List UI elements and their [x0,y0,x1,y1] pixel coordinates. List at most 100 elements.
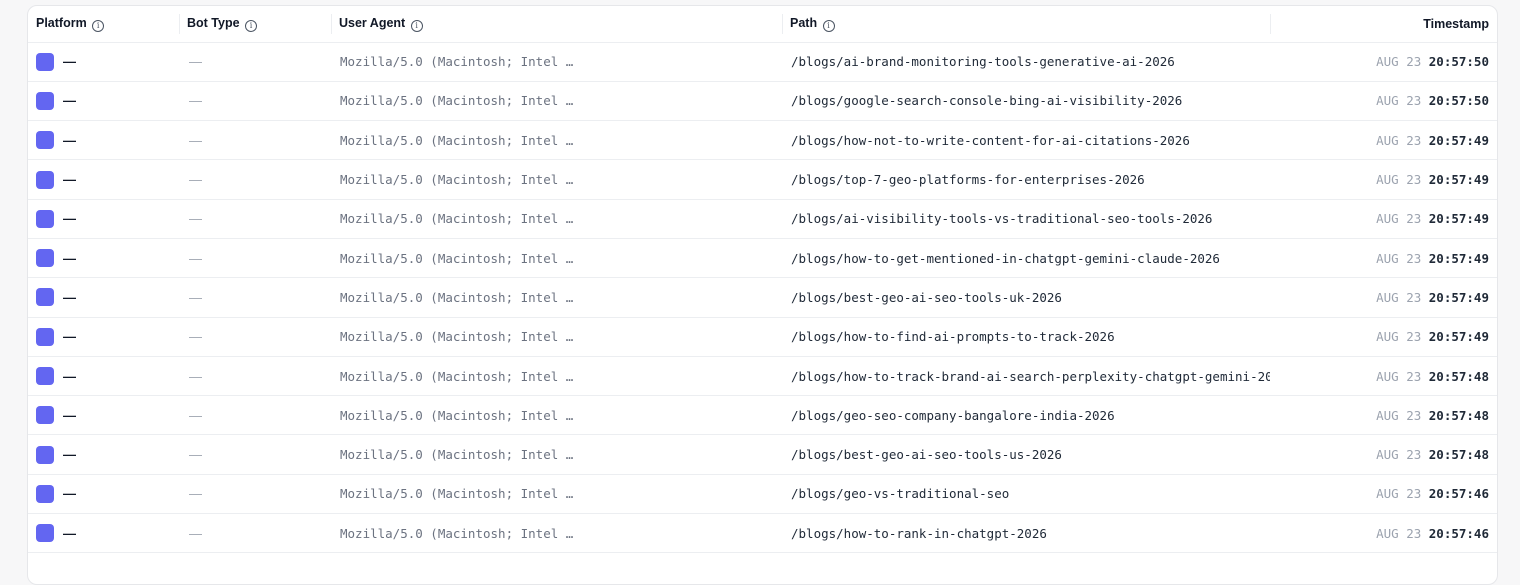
cell-bot-type: — [179,42,331,82]
timestamp-date: AUG 23 [1376,447,1422,463]
cell-bot-type: — [179,434,331,475]
cell-timestamp: AUG 23 20:57:46 [1270,513,1497,554]
cell-user-agent: Mozilla/5.0 (Macintosh; Intel … [331,277,782,318]
platform-value: — [63,93,76,109]
timestamp-date: AUG 23 [1376,525,1422,541]
platform-value: — [63,211,76,227]
timestamp-date: AUG 23 [1376,407,1422,423]
platform-value: — [63,447,76,463]
table-row[interactable]: — — Mozilla/5.0 (Macintosh; Intel …/blogs/… [28,317,1497,357]
table-row[interactable]: — — Mozilla/5.0 (Macintosh; Intel …/blogs/… [28,159,1497,200]
column-header-bot-type[interactable]: Bot Type i [179,6,331,43]
timestamp-time: 20:57:49 [1428,329,1489,345]
platform-value: — [63,368,76,384]
table-row[interactable]: — — Mozilla/5.0 (Macintosh; Intel …/blogs/… [28,81,1497,122]
cell-platform: — [28,120,179,161]
timestamp-date: AUG 23 [1376,93,1422,109]
timestamp-date: AUG 23 [1376,329,1422,345]
table-row[interactable]: — — Mozilla/5.0 (Macintosh; Intel …/blogs/… [28,395,1497,436]
cell-bot-type: — [179,238,331,279]
platform-icon [36,484,54,503]
timestamp-date: AUG 23 [1376,250,1422,266]
cell-bot-type: — [179,159,331,200]
cell-platform: — [28,434,179,475]
cell-platform: — [28,356,179,397]
info-icon[interactable]: i [822,19,835,32]
cell-timestamp: AUG 23 20:57:49 [1270,277,1497,318]
platform-icon [36,52,54,71]
platform-icon [36,249,54,268]
table-header: Platform i Bot Type i User Agent i Path … [28,6,1497,43]
timestamp-time: 20:57:46 [1428,525,1489,541]
platform-value: — [63,486,76,502]
timestamp-date: AUG 23 [1376,289,1422,305]
cell-bot-type: — [179,277,331,318]
timestamp-time: 20:57:49 [1428,289,1489,305]
info-icon[interactable]: i [245,19,258,32]
timestamp-date: AUG 23 [1376,211,1422,227]
table-row[interactable]: — — Mozilla/5.0 (Macintosh; Intel …/blogs/… [28,434,1497,475]
table-row[interactable]: — — Mozilla/5.0 (Macintosh; Intel …/blogs/… [28,513,1497,554]
platform-value: — [63,289,76,305]
platform-icon [36,91,54,110]
table-body: — — Mozilla/5.0 (Macintosh; Intel …/blogs/… [28,42,1497,554]
platform-icon [36,327,54,346]
cell-user-agent: Mozilla/5.0 (Macintosh; Intel … [331,317,782,357]
cell-timestamp: AUG 23 20:57:49 [1270,199,1497,239]
column-header-label: Platform [36,15,87,30]
cell-user-agent: Mozilla/5.0 (Macintosh; Intel … [331,42,782,82]
timestamp-time: 20:57:48 [1428,447,1489,463]
info-icon[interactable]: i [410,19,423,32]
timestamp-time: 20:57:48 [1428,407,1489,423]
cell-platform: — [28,395,179,436]
cell-platform: — [28,199,179,239]
table-row[interactable]: — — Mozilla/5.0 (Macintosh; Intel …/blogs/… [28,474,1497,515]
platform-value: — [63,54,76,70]
column-header-platform[interactable]: Platform i [28,6,179,43]
platform-value: — [63,172,76,188]
cell-user-agent: Mozilla/5.0 (Macintosh; Intel … [331,81,782,122]
cell-bot-type: — [179,356,331,397]
cell-platform: — [28,159,179,200]
cell-timestamp: AUG 23 20:57:49 [1270,159,1497,200]
bot-visits-table: Platform i Bot Type i User Agent i Path … [28,6,1497,554]
platform-icon [36,406,54,425]
table-row[interactable]: — — Mozilla/5.0 (Macintosh; Intel …/blogs/… [28,356,1497,397]
cell-bot-type: — [179,513,331,554]
column-header-label: Path [790,15,818,30]
column-header-path[interactable]: Path i [782,6,1270,43]
cell-path: /blogs/how-to-find-ai-prompts-to-track-2… [782,317,1270,357]
info-icon[interactable]: i [92,19,105,32]
cell-path: /blogs/how-to-track-brand-ai-search-perp… [782,356,1270,397]
column-header-timestamp[interactable]: Timestamp [1270,6,1497,43]
platform-icon [36,131,54,150]
column-header-label: Timestamp [1423,16,1489,31]
cell-bot-type: — [179,199,331,239]
table-row[interactable]: — — Mozilla/5.0 (Macintosh; Intel …/blogs/… [28,238,1497,279]
timestamp-time: 20:57:49 [1428,211,1489,227]
platform-value: — [63,132,76,148]
timestamp-date: AUG 23 [1376,368,1422,384]
cell-path: /blogs/ai-visibility-tools-vs-traditiona… [782,199,1270,239]
platform-value: — [63,329,76,345]
timestamp-date: AUG 23 [1376,54,1422,70]
cell-timestamp: AUG 23 20:57:48 [1270,395,1497,436]
table-row[interactable]: — — Mozilla/5.0 (Macintosh; Intel …/blogs/… [28,277,1497,318]
table-row[interactable]: — — Mozilla/5.0 (Macintosh; Intel …/blogs/… [28,120,1497,161]
table-row[interactable]: — — Mozilla/5.0 (Macintosh; Intel …/blogs/… [28,199,1497,239]
cell-bot-type: — [179,474,331,515]
cell-path: /blogs/how-to-rank-in-chatgpt-2026 [782,513,1270,554]
cell-user-agent: Mozilla/5.0 (Macintosh; Intel … [331,395,782,436]
column-header-user-agent[interactable]: User Agent i [331,6,782,43]
column-header-label: Bot Type [187,15,240,30]
cell-platform: — [28,277,179,318]
cell-bot-type: — [179,120,331,161]
platform-icon [36,288,54,307]
cell-platform: — [28,317,179,357]
cell-bot-type: — [179,317,331,357]
platform-icon [36,524,54,543]
platform-icon [36,367,54,386]
timestamp-time: 20:57:49 [1428,172,1489,188]
table-row[interactable]: — — Mozilla/5.0 (Macintosh; Intel …/blogs/… [28,42,1497,82]
timestamp-time: 20:57:50 [1428,54,1489,70]
